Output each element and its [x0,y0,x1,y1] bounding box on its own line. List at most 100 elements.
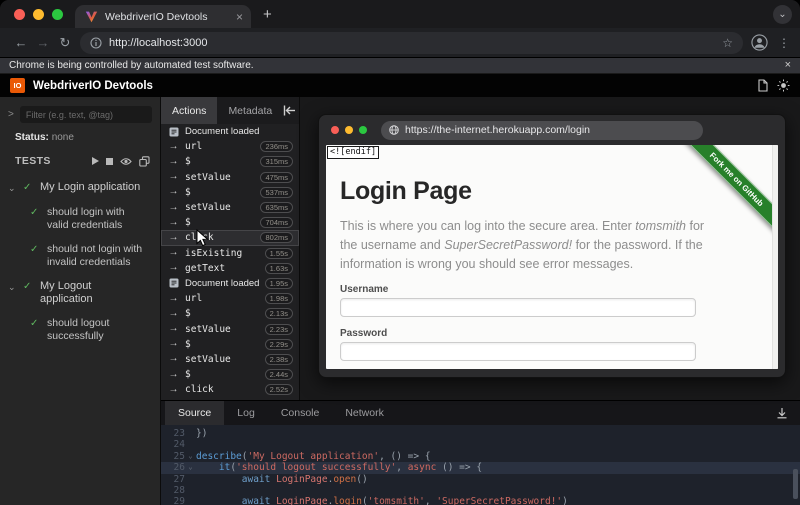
test-tree-spec[interactable]: ✓should login with valid credentials [8,206,160,233]
profile-avatar-icon[interactable] [751,34,768,51]
webdriverio-favicon-icon [85,10,98,23]
action-row[interactable]: →$2.44s [161,367,299,382]
action-duration-badge: 1.55s [265,248,293,259]
action-row[interactable]: Document loaded1.95s [161,276,299,291]
code-text: it('should logout successfully', async (… [196,462,482,473]
code-line[interactable]: 23}) [161,428,800,439]
action-duration-badge: 1.98s [265,293,293,304]
preview-address-bar: https://the-internet.herokuapp.com/login [381,121,703,140]
action-row[interactable]: →setValue475ms [161,170,299,185]
code-line[interactable]: 29 await LoginPage.login('tomsmith', 'Su… [161,496,800,505]
tab-log[interactable]: Log [224,401,268,425]
bottom-panel: SourceLogConsoleNetwork 23})2425⌄describ… [161,400,800,505]
action-row[interactable]: →getText1.63s [161,261,299,276]
action-row[interactable]: →setValue2.38s [161,352,299,367]
zoom-window-button[interactable] [52,9,63,20]
chrome-tab-bar: WebdriverIO Devtools × + ⌄ [0,0,800,28]
expand-chevron-icon[interactable]: ⌄ [8,280,23,307]
test-tree-spec[interactable]: ✓should logout successfully [8,317,160,344]
action-row[interactable]: Document loaded [161,124,299,139]
collapse-panel-icon[interactable] [283,97,300,124]
code-line[interactable]: 26⌄ it('should logout successfully', asy… [161,462,800,473]
action-row[interactable]: →url236ms [161,139,299,154]
test-tree-suite[interactable]: ⌄✓My Logout application [8,280,160,307]
action-duration-badge: 1.95s [265,278,293,289]
theme-toggle-sun-icon[interactable] [777,79,790,92]
code-line[interactable]: 25⌄describe('My Logout application', () … [161,451,800,462]
action-row[interactable]: →$2.13s [161,306,299,321]
minimize-window-button[interactable] [33,9,44,20]
test-passed-check-icon: ✓ [30,243,47,270]
expand-chevron-icon[interactable]: ⌄ [8,181,23,196]
action-duration-badge: 2.29s [265,339,293,350]
action-duration-badge: 2.23s [265,324,293,335]
tab-actions[interactable]: Actions [161,97,217,124]
filter-input[interactable] [20,106,152,123]
test-label: should login with valid credentials [47,206,147,233]
action-row[interactable]: →isExisting1.55s [161,246,299,261]
command-arrow-icon: → [168,187,179,197]
action-row[interactable]: →url1.98s [161,291,299,306]
action-row[interactable]: →$315ms [161,154,299,169]
run-tests-icon[interactable] [92,157,99,165]
action-duration-badge: 236ms [260,141,293,152]
preview-minimize-icon [345,126,353,134]
main-content: > Status: none TESTS ⌄✓My Login applicat… [0,97,800,505]
source-code-editor[interactable]: 23})2425⌄describe('My Logout application… [161,425,800,505]
test-label: should logout successfully [47,317,147,344]
tab-console[interactable]: Console [268,401,333,425]
sidebar-collapse-chevron-icon[interactable]: > [8,109,14,120]
url-text[interactable]: http://localhost:3000 [109,37,715,49]
banner-close-icon[interactable]: × [785,60,791,71]
action-row[interactable]: →$537ms [161,185,299,200]
report-file-icon[interactable] [757,79,769,92]
action-row[interactable]: →setValue635ms [161,200,299,215]
tab-close-icon[interactable]: × [236,11,243,23]
username-input[interactable] [340,298,696,317]
download-report-icon[interactable] [776,401,800,425]
action-row[interactable]: →setValue2.23s [161,321,299,336]
test-tree-suite[interactable]: ⌄✓My Login application [8,181,160,196]
action-row[interactable]: →click2.52s [161,382,299,397]
back-button[interactable]: ← [10,35,32,50]
code-line[interactable]: 24 [161,439,800,450]
command-arrow-icon: → [168,324,179,334]
chrome-menu-icon[interactable]: ⋮ [778,36,790,50]
action-row[interactable]: →click802ms [161,230,299,245]
fold-chevron-icon[interactable]: ⌄ [185,451,196,462]
tab-metadata[interactable]: Metadata [217,97,283,124]
fold-chevron-icon[interactable]: ⌄ [185,462,196,473]
browser-tab[interactable]: WebdriverIO Devtools × [75,5,251,28]
forward-button[interactable]: → [32,35,54,50]
password-input[interactable] [340,342,696,361]
watch-tests-icon[interactable] [120,157,132,166]
copy-tests-icon[interactable] [139,156,150,167]
new-tab-button[interactable]: + [263,7,272,22]
preview-page: <![endif] Fork me on GitHub Login Page T… [326,145,778,369]
action-row[interactable]: →$2.29s [161,337,299,352]
action-duration-badge: 2.52s [265,384,293,395]
action-row[interactable]: →$704ms [161,215,299,230]
browser-preview-panel: https://the-internet.herokuapp.com/login… [300,97,800,400]
preview-scrollbar[interactable] [772,145,778,369]
tab-network[interactable]: Network [332,401,397,425]
command-arrow-icon: → [168,263,179,273]
action-duration-badge: 802ms [260,232,293,243]
action-label: $ [185,339,259,350]
site-info-icon[interactable] [90,37,102,49]
close-window-button[interactable] [14,9,25,20]
code-text: }) [196,428,207,439]
action-label: $ [185,217,254,228]
test-tree-spec[interactable]: ✓should not login with invalid credentia… [8,243,160,270]
stop-tests-icon[interactable] [106,158,113,165]
code-text: await LoginPage.login('tomsmith', 'Super… [196,496,568,505]
code-line[interactable]: 28 [161,485,800,496]
code-scrollbar[interactable] [793,469,798,499]
code-line[interactable]: 27 await LoginPage.open() [161,474,800,485]
tab-search-chevron-icon[interactable]: ⌄ [773,5,792,24]
line-number: 29 [161,496,185,505]
bookmark-star-icon[interactable]: ☆ [722,36,733,50]
reload-button[interactable]: ↻ [54,35,76,51]
tab-source[interactable]: Source [165,401,224,425]
omnibox[interactable]: http://localhost:3000 ☆ [80,32,743,54]
